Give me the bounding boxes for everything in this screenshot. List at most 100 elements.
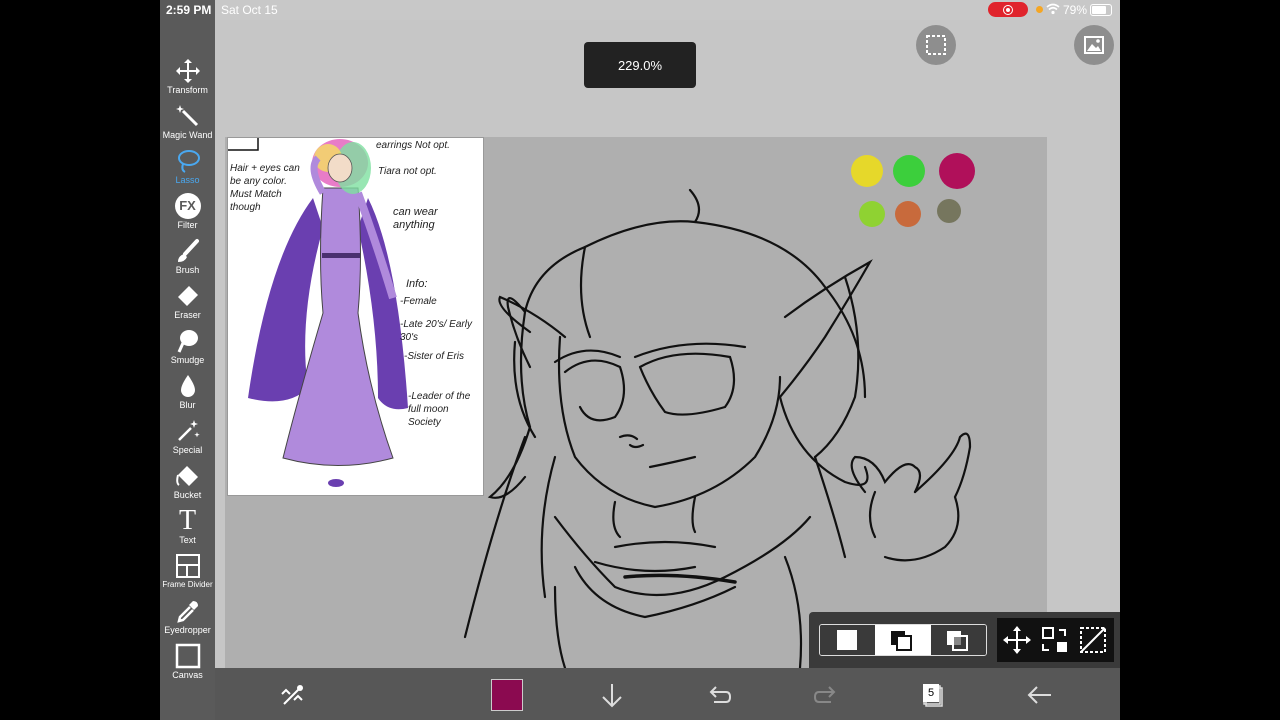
dashed-selection-icon	[926, 35, 946, 55]
frame-divider-icon	[175, 554, 200, 578]
tool-brush[interactable]: Brush	[160, 238, 215, 283]
battery-percent: 79%	[1063, 3, 1088, 17]
selection-tools-group	[997, 618, 1114, 662]
special-wand-icon	[177, 420, 200, 441]
tool-sidebar: Transform Magic Wand Lasso FX Filter Bru…	[160, 0, 215, 720]
bucket-icon	[175, 466, 198, 486]
palette-color-orange[interactable]	[895, 201, 921, 227]
selection-mode-group	[819, 624, 987, 656]
tool-label: Smudge	[170, 355, 205, 365]
brush-size-icon	[281, 685, 303, 705]
reference-note-tiara: Tiara not opt.	[378, 166, 437, 177]
selection-mode-subtract[interactable]	[931, 625, 986, 655]
status-bar: 2:59 PM Sat Oct 15 79%	[160, 0, 1120, 20]
tool-label: Text	[179, 535, 196, 545]
tool-label: Canvas	[172, 670, 203, 680]
tool-blur[interactable]: Blur	[160, 373, 215, 418]
redo-button[interactable]	[811, 680, 841, 710]
back-button[interactable]	[1025, 680, 1055, 710]
deselect-icon	[1080, 627, 1106, 653]
zoom-indicator: 229.0%	[584, 42, 696, 88]
tool-label: Transform	[167, 85, 208, 95]
tool-special[interactable]: Special	[160, 418, 215, 463]
screen-recording-icon[interactable]	[988, 2, 1028, 17]
tool-label: Magic Wand	[162, 130, 213, 140]
mic-indicator-icon	[1036, 6, 1043, 13]
image-icon	[1084, 36, 1104, 54]
canvas-area[interactable]: earrings Not opt. Tiara not opt. Hair + …	[215, 20, 1120, 668]
tool-label: Filter	[177, 220, 198, 230]
palette-color-yellow[interactable]	[851, 155, 883, 187]
status-time: 2:59 PM	[166, 3, 212, 17]
arrow-down-icon	[602, 684, 622, 708]
lasso-icon	[177, 150, 200, 173]
selection-options-panel	[809, 612, 1120, 668]
current-color-swatch[interactable]	[491, 679, 523, 711]
undo-button[interactable]	[704, 680, 734, 710]
reference-info-female: -Female	[400, 296, 437, 307]
status-date: Sat Oct 15	[221, 3, 278, 17]
tool-canvas[interactable]: Canvas	[160, 643, 215, 688]
reference-note-wear: can wear anything	[393, 206, 438, 231]
canvas-icon	[175, 643, 200, 669]
arrow-left-icon	[1027, 686, 1051, 704]
layers-button[interactable]: 5	[918, 680, 946, 710]
square-white-icon	[837, 630, 857, 650]
reference-info-leader: -Leader of the full moon Society	[408, 391, 471, 428]
move-arrows-icon	[175, 59, 200, 83]
swap-icon	[1042, 627, 1067, 652]
tool-label: Special	[172, 445, 203, 455]
reference-image[interactable]: earrings Not opt. Tiara not opt. Hair + …	[227, 137, 484, 496]
selection-mode-new[interactable]	[820, 625, 875, 655]
tool-filter[interactable]: FX Filter	[160, 193, 215, 238]
move-arrows-icon	[1003, 626, 1031, 654]
move-selection-button[interactable]	[1001, 624, 1033, 656]
swap-selection-button[interactable]	[1039, 624, 1071, 656]
tool-label: Brush	[175, 265, 200, 275]
undo-icon	[709, 686, 732, 703]
tool-transform[interactable]: Transform	[160, 58, 215, 103]
palette-color-olive[interactable]	[937, 199, 961, 223]
palette-color-lime[interactable]	[859, 201, 885, 227]
tool-bucket[interactable]: Bucket	[160, 463, 215, 508]
eraser-icon	[177, 286, 198, 306]
tool-label: Eyedropper	[164, 625, 211, 635]
redo-icon	[813, 686, 836, 703]
tool-text[interactable]: T Text	[160, 505, 215, 553]
reference-note-earrings: earrings Not opt.	[376, 140, 450, 151]
layer-count-value: 5	[923, 684, 939, 702]
selection-mode-add[interactable]	[875, 625, 931, 655]
ipad-screen: 2:59 PM Sat Oct 15 79% earrings Not opt.…	[160, 0, 1120, 720]
tool-label: Frame Divider	[162, 580, 213, 589]
brush-icon	[177, 239, 199, 262]
square-add-icon	[891, 631, 912, 651]
tool-label: Bucket	[173, 490, 202, 500]
reference-info-sister: -Sister of Eris	[404, 351, 465, 362]
palette-color-magenta[interactable]	[939, 153, 975, 189]
tool-lasso[interactable]: Lasso	[160, 148, 215, 193]
tool-label: Blur	[179, 400, 196, 410]
reference-info-title: Info:	[406, 278, 428, 290]
tool-label: Lasso	[175, 175, 200, 185]
brush-settings-button[interactable]	[278, 680, 308, 710]
magic-wand-icon	[175, 105, 198, 127]
selection-toggle-button[interactable]	[916, 25, 956, 65]
tool-frame-divider[interactable]: Frame Divider	[160, 553, 215, 598]
tool-label: Eraser	[174, 310, 201, 320]
battery-icon	[1090, 4, 1112, 16]
tool-eraser[interactable]: Eraser	[160, 283, 215, 328]
reference-note-hair: Hair + eyes can be any color. Must Match…	[230, 163, 300, 213]
text-icon: T	[178, 505, 197, 536]
tool-magic-wand[interactable]: Magic Wand	[160, 103, 215, 148]
palette-color-green[interactable]	[893, 155, 925, 187]
clear-selection-button[interactable]	[1077, 624, 1109, 656]
blur-drop-icon	[180, 375, 195, 397]
tool-smudge[interactable]: Smudge	[160, 328, 215, 373]
tool-eyedropper[interactable]: Eyedropper	[160, 598, 215, 643]
fx-icon: FX	[174, 193, 201, 219]
layer-down-button[interactable]	[597, 680, 627, 710]
bottom-toolbar: 5	[215, 668, 1120, 720]
smudge-icon	[177, 330, 198, 353]
image-material-button[interactable]	[1074, 25, 1114, 65]
square-subtract-icon	[947, 631, 968, 651]
